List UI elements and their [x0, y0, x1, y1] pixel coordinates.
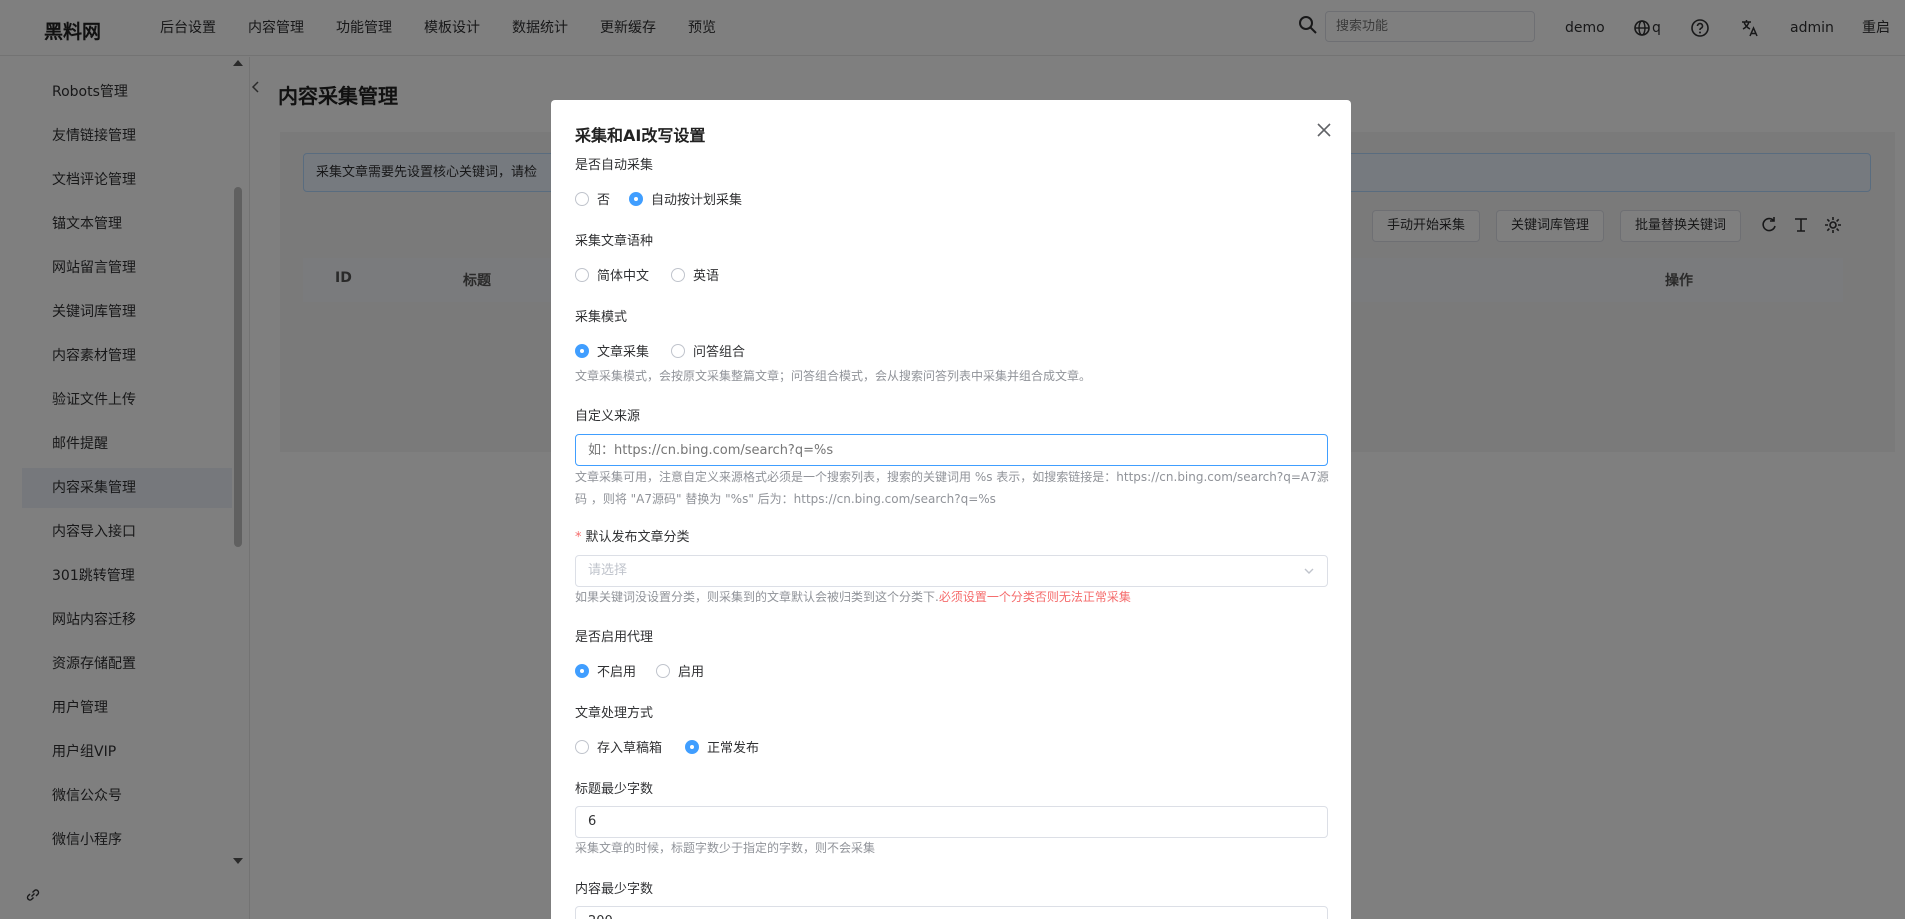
radio-label: 自动按计划采集 [651, 193, 743, 208]
radio-label: 英语 [693, 269, 720, 284]
category-warning: 必须设置一个分类否则无法正常采集 [938, 590, 1131, 604]
auto-collect-label: 是否自动采集 [575, 158, 654, 173]
language-english-radio[interactable]: 英语 [671, 265, 719, 284]
title-min-label: 标题最少字数 [575, 782, 654, 797]
required-mark: * [575, 530, 582, 545]
radio-label: 简体中文 [597, 269, 650, 284]
radio-dot[interactable] [575, 343, 589, 358]
radio-dot[interactable] [671, 267, 685, 282]
source-help-text: 文章采集可用，注意自定义来源格式必须是一个搜索列表，搜索的关键词用 %s 表示，… [575, 470, 1329, 506]
language-chinese-radio[interactable]: 简体中文 [575, 265, 649, 284]
mode-help-text: 文章采集模式，会按原文采集整篇文章；问答组合模式，会从搜索问答列表中采集并组合成… [575, 369, 1092, 383]
category-help-text: 如果关键词没设置分类，则采集到的文章默认会被归类到这个分类下.必须设置一个分类否… [575, 586, 1331, 608]
proxy-label: 是否启用代理 [575, 630, 654, 645]
category-label-text: 默认发布文章分类 [585, 530, 690, 545]
content-min-input[interactable]: 200 [575, 906, 1328, 919]
radio-label: 不启用 [597, 665, 637, 680]
radio-label: 否 [597, 193, 611, 208]
dialog-title: 采集和AI改写设置 [575, 126, 706, 145]
collection-settings-dialog: 采集和AI改写设置 是否自动采集 否 自动按计划采集 采集文章语种 简体中文 英… [551, 100, 1351, 919]
radio-label: 存入草稿箱 [597, 741, 663, 756]
radio-label: 问答组合 [693, 345, 746, 360]
radio-dot[interactable] [671, 343, 685, 358]
radio-dot[interactable] [685, 739, 699, 754]
radio-label: 正常发布 [707, 741, 760, 756]
mode-qa-radio[interactable]: 问答组合 [671, 341, 745, 360]
content-min-label: 内容最少字数 [575, 882, 654, 897]
title-min-help-text: 采集文章的时候，标题字数少于指定的字数，则不会采集 [575, 841, 876, 855]
process-label: 文章处理方式 [575, 706, 654, 721]
proxy-off-radio[interactable]: 不启用 [575, 661, 636, 680]
auto-collect-no-radio[interactable]: 否 [575, 189, 610, 208]
source-label: 自定义来源 [575, 409, 641, 424]
process-draft-radio[interactable]: 存入草稿箱 [575, 737, 662, 756]
radio-dot[interactable] [656, 663, 670, 678]
radio-dot[interactable] [575, 267, 589, 282]
mode-article-radio[interactable]: 文章采集 [575, 341, 649, 360]
radio-dot[interactable] [575, 191, 589, 206]
custom-source-input[interactable] [575, 434, 1328, 466]
radio-dot[interactable] [575, 663, 589, 678]
radio-label: 启用 [678, 665, 705, 680]
title-min-input[interactable]: 6 [575, 806, 1328, 838]
radio-dot[interactable] [575, 739, 589, 754]
mode-label: 采集模式 [575, 310, 628, 325]
category-help: 如果关键词没设置分类，则采集到的文章默认会被归类到这个分类下. [575, 590, 939, 604]
category-placeholder: 请选择 [588, 563, 628, 578]
language-label: 采集文章语种 [575, 234, 654, 249]
radio-dot[interactable] [629, 191, 643, 206]
radio-label: 文章采集 [597, 345, 650, 360]
category-label: * 默认发布文章分类 [575, 526, 690, 545]
close-icon[interactable] [1314, 120, 1334, 140]
chevron-down-icon [1304, 568, 1314, 574]
process-publish-radio[interactable]: 正常发布 [685, 737, 759, 756]
proxy-on-radio[interactable]: 启用 [656, 661, 704, 680]
category-select[interactable]: 请选择 [575, 555, 1328, 587]
auto-collect-scheduled-radio[interactable]: 自动按计划采集 [629, 189, 742, 208]
